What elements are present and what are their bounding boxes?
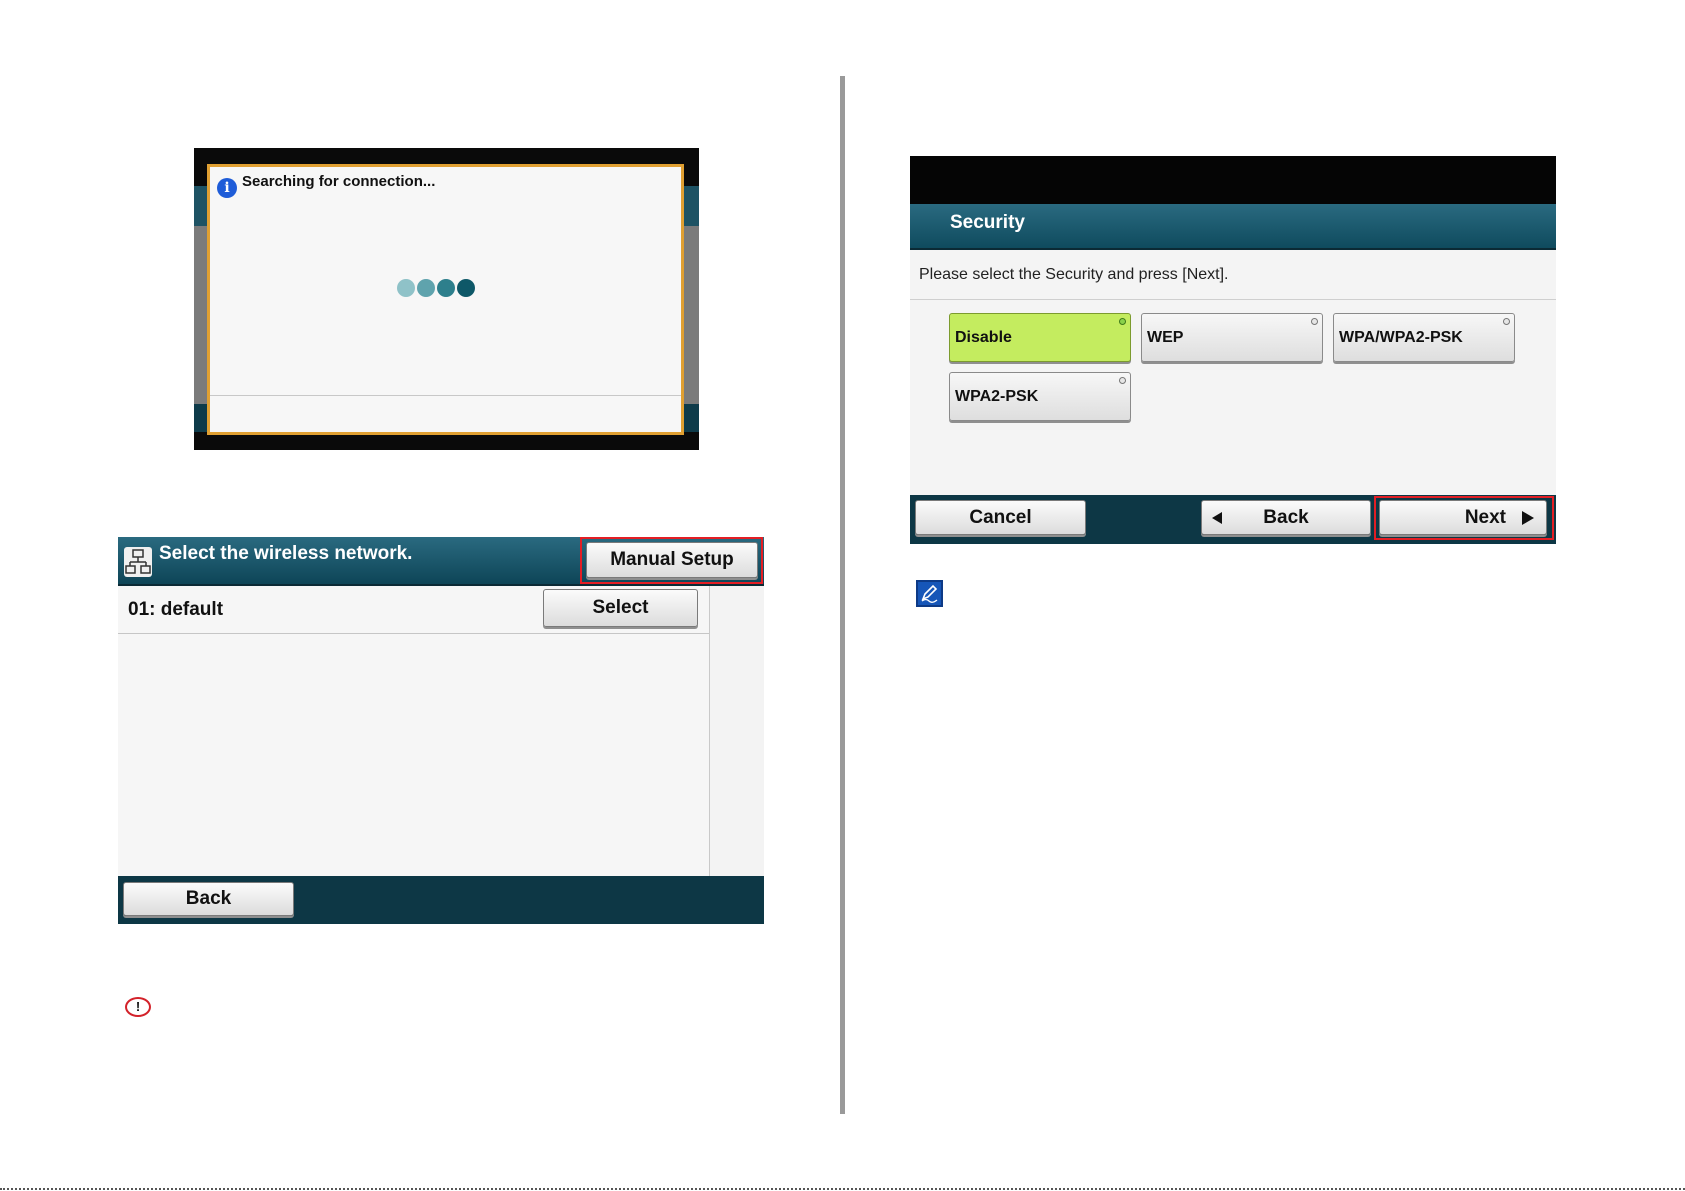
highlight-box <box>1374 496 1554 540</box>
back-button[interactable]: Back <box>1201 500 1371 535</box>
progress-dot <box>457 279 475 297</box>
back-label: Back <box>1263 507 1309 528</box>
progress-dot <box>397 279 415 297</box>
network-item-label: 01: default <box>128 599 224 620</box>
indicator-icon <box>1503 318 1510 325</box>
select-network-button[interactable]: Select <box>543 589 698 627</box>
option-label: WEP <box>1147 329 1184 346</box>
option-label: WPA/WPA2-PSK <box>1339 329 1463 346</box>
progress-dot <box>437 279 455 297</box>
security-instruction: Please select the Security and press [Ne… <box>919 266 1229 283</box>
security-option-disable[interactable]: Disable <box>949 313 1131 362</box>
cancel-button[interactable]: Cancel <box>915 500 1086 535</box>
arrow-left-icon <box>1212 512 1222 524</box>
wireless-network-screenshot: Select the wireless network. Manual Setu… <box>118 537 764 924</box>
back-button[interactable]: Back <box>123 882 294 916</box>
searching-message: Searching for connection... <box>242 173 436 190</box>
security-title: Security <box>950 212 1025 233</box>
page-bottom-rule <box>0 1188 1685 1190</box>
caution-icon: ! <box>125 997 151 1017</box>
searching-dialog: i Searching for connection... <box>207 164 684 435</box>
scrollbar-track[interactable] <box>710 586 764 876</box>
wireless-title: Select the wireless network. <box>159 543 413 564</box>
security-header: Security <box>910 204 1556 250</box>
option-label: Disable <box>955 329 1012 346</box>
info-icon: i <box>217 178 237 198</box>
option-label: WPA2-PSK <box>955 388 1039 405</box>
security-screenshot: Security Please select the Security and … <box>910 156 1556 544</box>
list-row-divider <box>118 633 709 634</box>
highlight-box <box>580 537 763 584</box>
memo-icon <box>916 580 943 607</box>
progress-dot <box>417 279 435 297</box>
network-list <box>118 586 710 876</box>
indicator-icon <box>1119 377 1126 384</box>
indicator-icon <box>1311 318 1318 325</box>
security-option-wep[interactable]: WEP <box>1141 313 1323 362</box>
column-divider <box>840 76 845 1114</box>
network-icon <box>124 547 152 577</box>
security-option-wpa-wpa2-psk[interactable]: WPA/WPA2-PSK <box>1333 313 1515 362</box>
selected-indicator-icon <box>1119 318 1126 325</box>
searching-screenshot: i Searching for connection... <box>194 148 699 450</box>
instruction-divider <box>910 299 1556 300</box>
dialog-divider <box>210 395 681 396</box>
top-bar <box>910 156 1556 204</box>
security-option-wpa2-psk[interactable]: WPA2-PSK <box>949 372 1131 421</box>
